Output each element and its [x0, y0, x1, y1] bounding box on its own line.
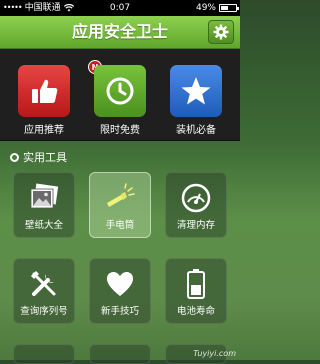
tool-tile-partial[interactable]	[13, 344, 75, 364]
tool-tile-partial[interactable]	[89, 344, 151, 364]
featured-limited-free[interactable]	[94, 65, 146, 117]
status-bar: ••••• 中国联通 0:07 49%	[0, 0, 240, 16]
featured-label: 限时免费	[100, 125, 140, 136]
tools-section-header: 实用工具	[10, 149, 67, 165]
tool-wallpapers[interactable]: 壁纸大全	[13, 172, 75, 238]
battery-icon	[219, 4, 239, 12]
section-bullet-icon	[10, 152, 19, 162]
flashlight-icon	[90, 181, 150, 215]
star-icon	[181, 77, 211, 105]
tool-label: 手电筒	[105, 220, 135, 231]
thumbs-up-icon	[32, 79, 58, 103]
tool-battery-life[interactable]: 电池寿命	[165, 258, 227, 324]
page-title: 应用安全卫士	[71, 22, 168, 41]
battery-icon	[166, 267, 226, 301]
tool-label: 查询序列号	[20, 306, 68, 317]
picture-icon	[14, 181, 74, 215]
featured-label: 应用推荐	[24, 125, 64, 136]
settings-button[interactable]	[208, 20, 234, 44]
tool-beginner-tips[interactable]: 新手技巧	[89, 258, 151, 324]
tool-clean-memory[interactable]: 清理内存	[165, 172, 227, 238]
tool-flashlight[interactable]: 手电筒	[89, 172, 151, 238]
tool-label: 电池寿命	[176, 306, 215, 317]
title-bar: 应用安全卫士	[0, 16, 240, 49]
battery-fill	[221, 6, 228, 10]
gauge-icon	[166, 181, 226, 215]
battery-percent: 49%	[195, 3, 216, 13]
featured-must-have[interactable]	[170, 65, 222, 117]
tools-icon	[14, 267, 74, 301]
clock-icon	[106, 77, 134, 105]
tool-serial-lookup[interactable]: 查询序列号	[13, 258, 75, 324]
featured-section: N 应用推荐 限时免费 装机必备	[0, 49, 240, 141]
section-title: 实用工具	[23, 151, 67, 164]
featured-label: 装机必备	[176, 125, 216, 136]
tool-label: 清理内存	[176, 220, 215, 231]
tool-label: 新手技巧	[100, 306, 139, 317]
tool-label: 壁纸大全	[24, 220, 63, 231]
heart-icon	[90, 267, 150, 301]
gear-icon	[213, 24, 229, 40]
featured-app-recommend[interactable]	[18, 65, 70, 117]
watermark: Tuyiyi.com	[193, 349, 236, 358]
